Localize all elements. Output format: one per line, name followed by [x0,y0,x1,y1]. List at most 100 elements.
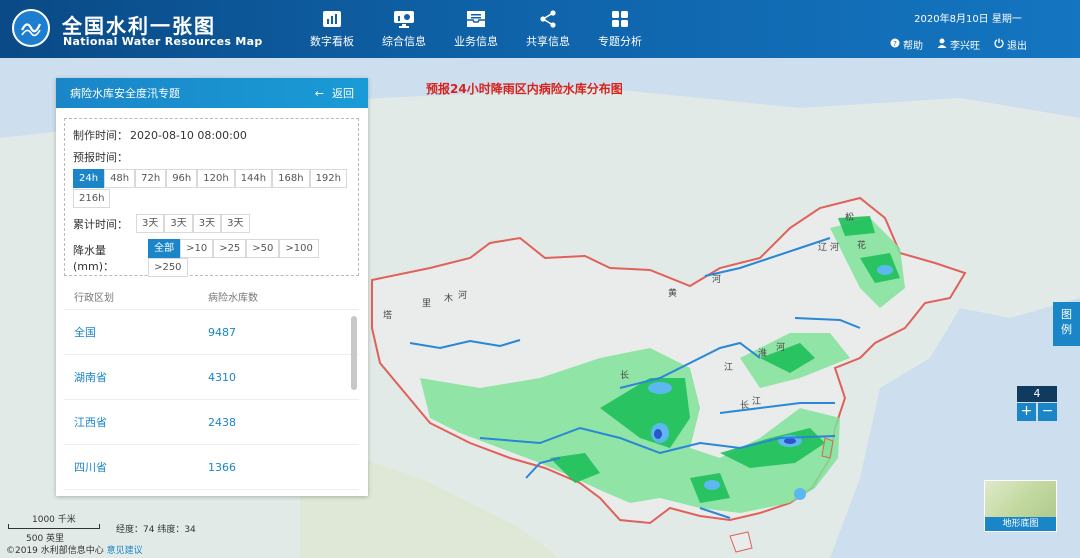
zoom-out-button[interactable]: − [1038,403,1057,421]
copyright: ©2019 水利部信息中心 意见建议 [6,543,143,556]
table-row[interactable]: 江西省 2438 [64,400,359,445]
column-count: 病险水库数 [208,293,258,304]
column-region: 行政区划 [74,293,114,304]
map-title: 预报24小时降雨区内病险水库分布图 [426,82,623,96]
cumulative-row: 累计时间： 3天 3天 3天 3天 [73,214,350,233]
forecast-option-96h[interactable]: 96h [166,169,198,188]
rainfall-option-25[interactable]: >25 [213,239,247,258]
table-row[interactable]: 全国 9487 [64,310,359,355]
zoom-in-button[interactable]: + [1017,403,1036,421]
table-header: 行政区划 病险水库数 [64,284,359,310]
count-cell: 4310 [208,370,236,384]
cumulative-options: 3天 3天 3天 3天 [136,214,250,233]
forecast-option-144h[interactable]: 144h [234,169,273,188]
nav-label: 数字看板 [310,35,354,48]
forecast-option-216h[interactable]: 216h [73,189,111,208]
river-label: 江 [752,397,762,407]
rainfall-options: 全部 >10 >25 >50 >100 >250 [148,239,350,277]
river-label: 塔 [383,311,393,321]
panel-title: 病险水库安全度汛专题 [70,87,180,100]
app-subtitle: National Water Resources Map [63,35,263,48]
user-name: 李兴旺 [950,41,980,52]
forecast-option-192h[interactable]: 192h [309,169,347,188]
rainfall-option-50[interactable]: >50 [246,239,280,258]
rainfall-row: 降水量(mm)： 全部 >10 >25 >50 >100 >250 [73,239,350,277]
feedback-link[interactable]: 意见建议 [107,546,143,556]
count-cell: 2438 [208,415,236,429]
share-icon [540,10,556,28]
nav-share[interactable]: 共享信息 [512,0,584,58]
made-time-label: 制作时间： [73,129,128,142]
rainfall-option-all[interactable]: 全部 [148,239,181,258]
svg-text:?: ? [893,40,897,48]
region-cell: 全国 [74,326,96,339]
nav-business[interactable]: 业务信息 [440,0,512,58]
nav-label: 业务信息 [454,35,498,48]
help-button[interactable]: ? 帮助 [890,37,923,52]
power-icon [994,38,1004,51]
copyright-text: ©2019 水利部信息中心 [6,546,104,556]
nav-dashboard[interactable]: 数字看板 [296,0,368,58]
rainfall-option-10[interactable]: >10 [180,239,214,258]
table-row[interactable]: 湖南省 4310 [64,355,359,400]
app-header: 全国水利一张图 National Water Resources Map 数字看… [0,0,1080,58]
cumulative-option[interactable]: 3天 [164,214,193,233]
thematic-panel: 病险水库安全度汛专题 ← 返回 制作时间： 2020-08-10 08:00:0… [56,78,368,496]
forecast-row: 预报时间： 24h 48h 72h 96h 120h 144h 168h 192… [73,149,350,208]
river-label: 江 [724,363,734,373]
nav-label: 综合信息 [382,35,426,48]
region-cell: 四川省 [74,461,107,474]
nav-label: 专题分析 [598,35,642,48]
forecast-options: 24h 48h 72h 96h 120h 144h 168h 192h 216h [73,169,350,208]
table-row[interactable]: 四川省 1366 [64,445,359,490]
monitor-chart-icon [394,11,414,28]
forecast-option-72h[interactable]: 72h [135,169,167,188]
river-label: 河 [776,343,786,353]
table-scrollbar[interactable] [351,316,357,390]
current-date: 2020年8月10日 星期一 [914,14,1022,25]
river-label: 河 [458,291,468,301]
rainfall-label: 降水量(mm)： [73,244,115,273]
inbox-icon [467,11,485,27]
scale-bar [8,524,100,529]
reservoir-table: 行政区划 病险水库数 全国 9487 湖南省 4310 江西省 2438 四川省… [64,284,359,494]
made-time-value: 2020-08-10 08:00:00 [130,128,247,142]
river-label: 长 [620,371,630,381]
legend-toggle[interactable]: 图例 [1053,302,1080,346]
coordinates-readout: 经度：74 纬度：34 [116,525,196,535]
forecast-option-120h[interactable]: 120h [197,169,235,188]
forecast-option-168h[interactable]: 168h [272,169,310,188]
nav-overview[interactable]: 综合信息 [368,0,440,58]
header-tools: ? 帮助 李兴旺 退出 [890,37,1041,52]
nav-analysis[interactable]: 专题分析 [584,0,656,58]
filter-box: 制作时间： 2020-08-10 08:00:00 预报时间： 24h 48h … [64,118,359,277]
arrow-left-icon: ← [314,86,324,100]
zoom-level: 4 [1017,386,1057,402]
logo-icon [12,9,50,47]
river-label: 长 [740,401,750,411]
region-cell: 湖南省 [74,371,107,384]
logout-button[interactable]: 退出 [994,37,1027,52]
user-icon [937,38,947,51]
forecast-option-48h[interactable]: 48h [104,169,136,188]
river-label: 河 [712,275,722,285]
cumulative-option[interactable]: 3天 [221,214,250,233]
help-icon: ? [890,38,900,51]
back-button[interactable]: ← 返回 [315,85,354,101]
basemap-label: 地形底图 [985,517,1056,531]
made-time-row: 制作时间： 2020-08-10 08:00:00 [73,127,350,143]
cumulative-option[interactable]: 3天 [136,214,165,233]
panel-header: 病险水库安全度汛专题 ← 返回 [56,78,368,108]
user-menu[interactable]: 李兴旺 [937,37,980,52]
cumulative-option[interactable]: 3天 [192,214,222,233]
rainfall-option-250[interactable]: >250 [148,258,188,277]
grid-icon [612,11,628,27]
rainfall-option-100[interactable]: >100 [279,239,319,258]
basemap-switcher[interactable]: 地形底图 [984,480,1057,532]
river-label: 河 [830,243,840,253]
back-label: 返回 [332,87,354,100]
river-label: 辽 [818,243,828,253]
cumulative-label: 累计时间： [73,217,128,231]
forecast-option-24h[interactable]: 24h [73,169,105,188]
river-label: 黄 [668,289,678,299]
